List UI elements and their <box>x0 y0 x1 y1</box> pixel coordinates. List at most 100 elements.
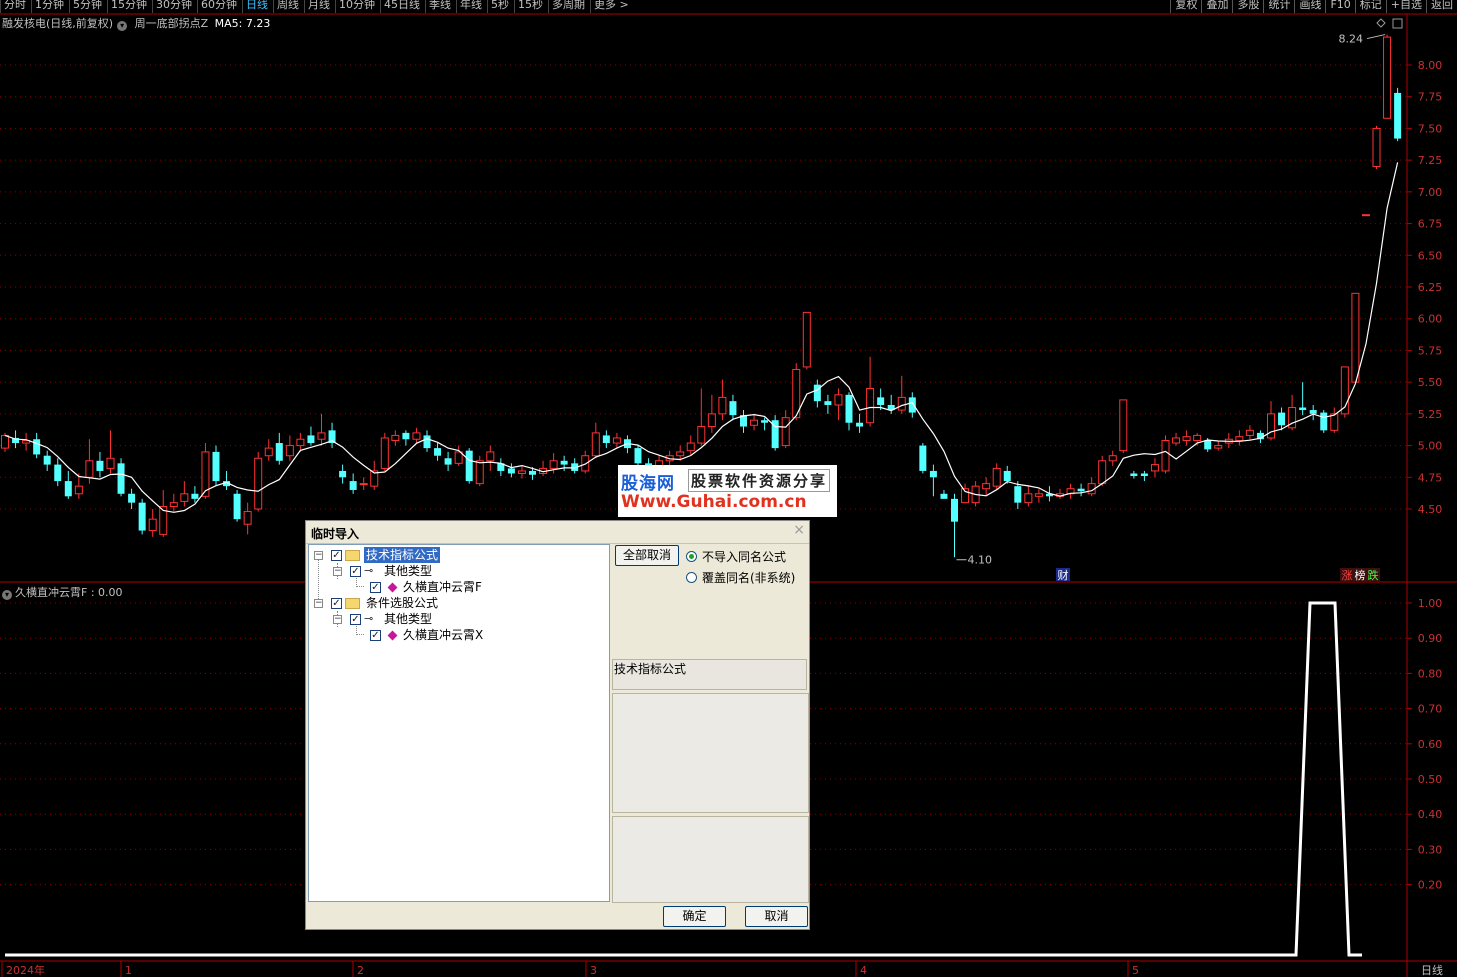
badge-die: 跌 <box>1368 568 1379 582</box>
checkbox-checked[interactable]: ✓ <box>370 630 381 641</box>
checkbox-checked[interactable]: ✓ <box>350 566 361 577</box>
candle-body-down <box>465 450 473 482</box>
sub-indicator-label[interactable]: 久横直冲云霄F : 0.00 <box>15 586 123 599</box>
cancel-button[interactable]: 取消 <box>745 906 808 927</box>
y-tick-label: 0.40 <box>1418 808 1443 821</box>
formula-tree[interactable]: − ✓ 技术指标公式 − ✓ ⊸ 其他类型 ✓ 久横直冲云霄F − ✓ 条件选股… <box>308 544 610 902</box>
formula-type-text: 技术指标公式 <box>614 662 687 676</box>
tree-label: 久横直冲云霄X <box>403 628 484 642</box>
collapse-icon[interactable]: − <box>314 551 323 560</box>
candle-body-up <box>1214 445 1223 449</box>
candle-body-up <box>264 447 273 457</box>
candle-body-up <box>802 311 811 368</box>
tree-label: 技术指标公式 <box>364 547 441 563</box>
candle-body-down <box>64 481 72 497</box>
candle-body-up <box>296 438 305 447</box>
window-icon <box>1392 18 1403 29</box>
key-icon: ⊸ <box>364 564 374 577</box>
candle-body-up <box>834 394 843 406</box>
candle-body-down <box>729 401 737 416</box>
candle-body-down <box>402 432 410 440</box>
checkbox-checked[interactable]: ✓ <box>331 550 342 561</box>
candle-body-down <box>1204 440 1212 450</box>
radio-no-import[interactable] <box>686 551 697 562</box>
candle-body-up <box>359 483 368 486</box>
x-tick-label: 2 <box>357 964 364 977</box>
y-tick-label: 0.30 <box>1418 843 1443 856</box>
y-tick-label: 6.50 <box>1418 249 1443 262</box>
radio-no-import-label[interactable]: 不导入同名公式 <box>702 548 786 565</box>
checkbox-checked[interactable]: ✓ <box>370 582 381 593</box>
y-tick-label: 6.25 <box>1418 281 1443 294</box>
candle-body-up <box>1383 36 1392 119</box>
badge-zhang: 涨 <box>1342 569 1353 582</box>
candle-body-up <box>391 434 400 441</box>
radio-selected-dot <box>689 554 694 559</box>
radio-overwrite-label[interactable]: 覆盖同名(非系统) <box>702 569 795 586</box>
tree-node-formula-x[interactable]: ✓ 久横直冲云霄X <box>309 627 609 643</box>
collapse-icon[interactable]: − <box>333 567 342 576</box>
candle-body-up <box>380 437 389 469</box>
candle-body-up <box>1119 399 1128 452</box>
description-pane <box>612 693 809 813</box>
candle-body-down <box>951 498 958 522</box>
candle-body-down <box>434 448 442 456</box>
candle-body-up <box>581 455 590 472</box>
radio-overwrite[interactable] <box>686 572 697 583</box>
low-marker-label: 4.10 <box>968 554 993 567</box>
candle-body-up <box>486 451 495 462</box>
y-tick-label: 8.00 <box>1418 59 1443 72</box>
candle-body-up <box>317 432 326 440</box>
watermark-logo: 股海网 股票软件资源分享 Www.Guhai.com.cn <box>618 465 837 517</box>
candle-body-up <box>148 518 157 532</box>
ok-button[interactable]: 确定 <box>663 906 726 927</box>
candle-body-up <box>1330 413 1339 431</box>
formula-icon <box>387 582 398 593</box>
dialog-title: 临时导入 <box>311 527 360 541</box>
candle-body-down <box>908 397 916 413</box>
y-tick-label: 7.50 <box>1418 122 1443 135</box>
candle-body-down <box>634 448 642 464</box>
candle-body-up <box>285 445 294 457</box>
candle-body-down <box>1394 92 1402 139</box>
y-tick-label: 0.90 <box>1418 632 1443 645</box>
tree-node-formula-f[interactable]: ✓ 久横直冲云霄F <box>309 579 609 595</box>
chevron-down-icon[interactable]: ▾ <box>2 590 12 600</box>
candle-body-up <box>517 470 526 474</box>
candle-body-up <box>686 442 695 452</box>
folder-icon <box>345 598 360 609</box>
tree-node-other-types[interactable]: − ✓ ⊸ 其他类型 <box>309 563 609 579</box>
candle-body-up <box>718 396 727 415</box>
tree-node-tech-indicators[interactable]: − ✓ 技术指标公式 <box>309 547 609 563</box>
tree-label: 其他类型 <box>384 564 433 578</box>
tree-node-stock-selection[interactable]: − ✓ 条件选股公式 <box>309 595 609 611</box>
candle-body-up <box>475 460 484 485</box>
badge-cai: 财 <box>1058 568 1069 582</box>
candle-body-down <box>529 470 536 475</box>
candle-body-down <box>602 435 610 444</box>
candle-body-up <box>74 485 83 495</box>
collapse-icon[interactable]: − <box>314 599 323 608</box>
checkbox-checked[interactable]: ✓ <box>350 614 361 625</box>
deselect-all-button[interactable]: 全部取消 <box>615 545 679 566</box>
formula-type-box: 技术指标公式 <box>612 659 807 690</box>
candle-body-down <box>845 394 853 423</box>
close-icon[interactable]: × <box>793 522 805 538</box>
x-tick-label: 5 <box>1132 964 1139 977</box>
y-tick-label: 7.75 <box>1418 91 1443 104</box>
candle-body-up <box>106 457 115 469</box>
candle-body-up <box>1098 460 1107 485</box>
candle-body-up <box>254 457 263 510</box>
candle-body-down <box>43 455 51 465</box>
tree-node-other-types-2[interactable]: − ✓ ⊸ 其他类型 <box>309 611 609 627</box>
x-tick-label: 2024年 <box>6 963 45 977</box>
period-label: 日线 <box>1421 963 1443 977</box>
dialog-titlebar[interactable]: 临时导入 × <box>306 521 809 544</box>
candle-body-down <box>1130 473 1138 477</box>
high-marker-arrow <box>1366 34 1386 40</box>
checkbox-checked[interactable]: ✓ <box>331 598 342 609</box>
collapse-icon[interactable]: − <box>333 615 342 624</box>
badge-bang: 榜 <box>1355 568 1366 582</box>
candle-body-down <box>138 502 146 531</box>
candle-body-down <box>507 468 515 474</box>
